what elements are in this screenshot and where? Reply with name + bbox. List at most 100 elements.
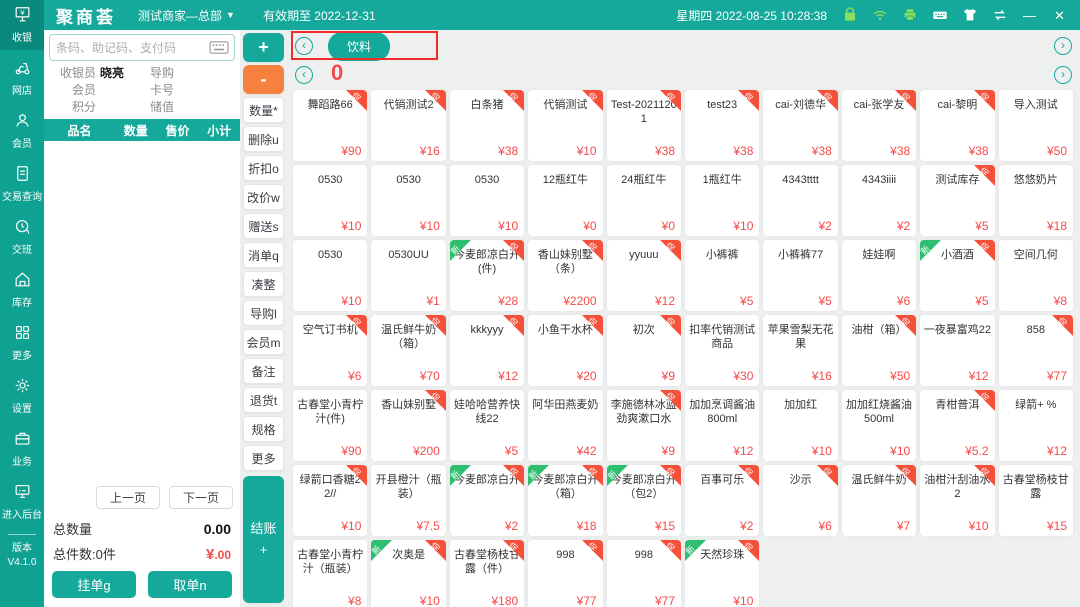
product-card[interactable]: 促 油柑（箱） ¥50 (842, 315, 916, 386)
product-card[interactable]: 新 促 次奥是 ¥10 (371, 540, 445, 607)
product-card[interactable]: 促 cai-刘德华 ¥38 (763, 90, 837, 161)
product-card[interactable]: 促 小鱼干水杯 ¥20 (528, 315, 602, 386)
product-card[interactable]: 加加红烧酱油500ml ¥10 (842, 390, 916, 461)
product-card[interactable]: 24瓶红牛 ¥0 (607, 165, 681, 236)
bag-icon[interactable] (841, 7, 858, 24)
prev-page-button[interactable]: 上一页 (96, 486, 160, 509)
wifi-icon[interactable] (871, 7, 888, 24)
increase-qty-button[interactable]: + (243, 33, 284, 62)
tab-drinks[interactable]: 饮料 (328, 32, 390, 61)
sync-icon[interactable] (991, 7, 1008, 24)
product-card[interactable]: 0530 ¥10 (293, 165, 367, 236)
action-button[interactable]: 凑整 (243, 271, 284, 297)
minimize-button[interactable]: — (1021, 7, 1038, 24)
product-card[interactable]: 加加烹调酱油800ml ¥12 (685, 390, 759, 461)
decrease-qty-button[interactable]: - (243, 65, 284, 94)
keyboard-icon[interactable] (931, 7, 948, 24)
product-card[interactable]: 促 测试库存 ¥5 (920, 165, 994, 236)
product-card[interactable]: 1瓶红牛 ¥10 (685, 165, 759, 236)
keyboard-icon[interactable] (209, 41, 229, 54)
sidebar-item-business[interactable]: 业务 (0, 424, 44, 474)
product-card[interactable]: 促 cai-黎明 ¥38 (920, 90, 994, 161)
product-card[interactable]: 促 沙示 ¥6 (763, 465, 837, 536)
product-card[interactable]: 促 代销测试2 ¥16 (371, 90, 445, 161)
product-card[interactable]: 促 cai-张学友 ¥38 (842, 90, 916, 161)
sidebar-item-transactions[interactable]: 交易查询 (0, 159, 44, 209)
retrieve-order-button[interactable]: 取单n (148, 571, 232, 598)
product-card[interactable]: 小裤裤77 ¥5 (763, 240, 837, 311)
product-card[interactable]: 促 青柑普洱 ¥5.2 (920, 390, 994, 461)
product-card[interactable]: 促 温氏鲜牛奶（箱） ¥70 (371, 315, 445, 386)
product-card[interactable]: 促 白条猪 ¥38 (450, 90, 524, 161)
product-card[interactable]: 促 香山妹别墅 ¥200 (371, 390, 445, 461)
subcategory-prev-icon[interactable]: ‹ (295, 66, 313, 84)
product-card[interactable]: 扣率代销测试商品 ¥30 (685, 315, 759, 386)
sidebar-item-member[interactable]: 会员 (0, 106, 44, 156)
sidebar-item-cashier[interactable]: ¥ 收银 (0, 0, 44, 50)
shirt-icon[interactable] (961, 7, 978, 24)
product-card[interactable]: 0530 ¥10 (450, 165, 524, 236)
product-card[interactable]: 12瓶红牛 ¥0 (528, 165, 602, 236)
sidebar-item-online-store[interactable]: 网店 (0, 53, 44, 103)
product-card[interactable]: 促 998 ¥77 (528, 540, 602, 607)
product-card[interactable]: 娃哈哈营养快线22 ¥5 (450, 390, 524, 461)
product-card[interactable]: 促 kkkyyy ¥12 (450, 315, 524, 386)
product-card[interactable]: 促 yyuuu ¥12 (607, 240, 681, 311)
product-card[interactable]: 促 空气订书机 ¥6 (293, 315, 367, 386)
sidebar-item-shift[interactable]: 交班 (0, 212, 44, 262)
product-card[interactable]: 促 油柑汁刮油水2 ¥10 (920, 465, 994, 536)
product-card[interactable]: 悠悠奶片 ¥18 (999, 165, 1073, 236)
action-button[interactable]: 赠送s (243, 213, 284, 239)
category-prev-icon[interactable]: ‹ (295, 37, 313, 55)
action-button[interactable]: 导购l (243, 300, 284, 326)
product-card[interactable]: 4343tttt ¥2 (763, 165, 837, 236)
product-card[interactable]: 开县橙汁（瓶装） ¥7.5 (371, 465, 445, 536)
product-card[interactable]: 促 初次 ¥9 (607, 315, 681, 386)
checkout-button[interactable]: 结账+ (243, 476, 284, 603)
action-button[interactable]: 退货t (243, 387, 284, 413)
product-card[interactable]: 新 促 小酒酒 ¥5 (920, 240, 994, 311)
action-button[interactable]: 规格 (243, 416, 284, 442)
close-button[interactable]: ✕ (1051, 7, 1068, 24)
product-card[interactable]: 古春堂杨枝甘露 ¥15 (999, 465, 1073, 536)
product-card[interactable]: 新 促 天然珍珠 ¥10 (685, 540, 759, 607)
product-card[interactable]: 4343iiii ¥2 (842, 165, 916, 236)
sidebar-item-inventory[interactable]: 库存 (0, 265, 44, 315)
action-button[interactable]: 删除u (243, 126, 284, 152)
product-card[interactable]: 促 李施德林冰蓝劲爽漱口水 ¥9 (607, 390, 681, 461)
product-card[interactable]: 新 促 今麦郎凉白开（箱） ¥18 (528, 465, 602, 536)
subcategory-next-icon[interactable]: › (1054, 66, 1072, 84)
product-card[interactable]: 导入测试 ¥50 (999, 90, 1073, 161)
product-card[interactable]: 娃娃啊 ¥6 (842, 240, 916, 311)
product-card[interactable]: 一夜暴富鸡22 ¥12 (920, 315, 994, 386)
product-card[interactable]: 阿华田燕麦奶 ¥42 (528, 390, 602, 461)
product-card[interactable]: 新 促 今麦郎凉白开 ¥2 (450, 465, 524, 536)
sidebar-item-backoffice[interactable]: 进入后台 (0, 477, 44, 527)
product-card[interactable]: 促 舞蹈路66 ¥90 (293, 90, 367, 161)
product-card[interactable]: 0530 ¥10 (293, 240, 367, 311)
product-card[interactable]: 新 促 今麦郎凉白开(件) ¥28 (450, 240, 524, 311)
action-button[interactable]: 会员m (243, 329, 284, 355)
action-button[interactable]: 数量* (243, 97, 284, 123)
product-card[interactable]: 促 古春堂杨枝甘露（件） ¥180 (450, 540, 524, 607)
product-card[interactable]: 促 998 ¥77 (607, 540, 681, 607)
store-selector[interactable]: 测试商家—总部 ▼ (138, 7, 235, 24)
product-card[interactable]: 促 代销测试 ¥10 (528, 90, 602, 161)
product-card[interactable]: 古春堂小青柠汁(件) ¥90 (293, 390, 367, 461)
product-card[interactable]: 促 绿箭口香糖22// ¥10 (293, 465, 367, 536)
category-next-icon[interactable]: › (1054, 37, 1072, 55)
product-card[interactable]: 加加红 ¥10 (763, 390, 837, 461)
sidebar-item-more[interactable]: 更多 (0, 318, 44, 368)
action-button[interactable]: 折扣o (243, 155, 284, 181)
printer-icon[interactable] (901, 7, 918, 24)
product-card[interactable]: 促 test23 ¥38 (685, 90, 759, 161)
action-button[interactable]: 更多 (243, 445, 284, 471)
product-card[interactable]: 空间几何 ¥8 (999, 240, 1073, 311)
action-button[interactable]: 消单q (243, 242, 284, 268)
product-card[interactable]: 促 香山妹别墅（条） ¥2200 (528, 240, 602, 311)
product-card[interactable]: 绿箭+ % ¥12 (999, 390, 1073, 461)
product-card[interactable]: 促 Test-20211201 ¥38 (607, 90, 681, 161)
product-card[interactable]: 促 百事可乐 ¥2 (685, 465, 759, 536)
product-card[interactable]: 0530UU ¥1 (371, 240, 445, 311)
barcode-search-input[interactable] (50, 41, 209, 55)
